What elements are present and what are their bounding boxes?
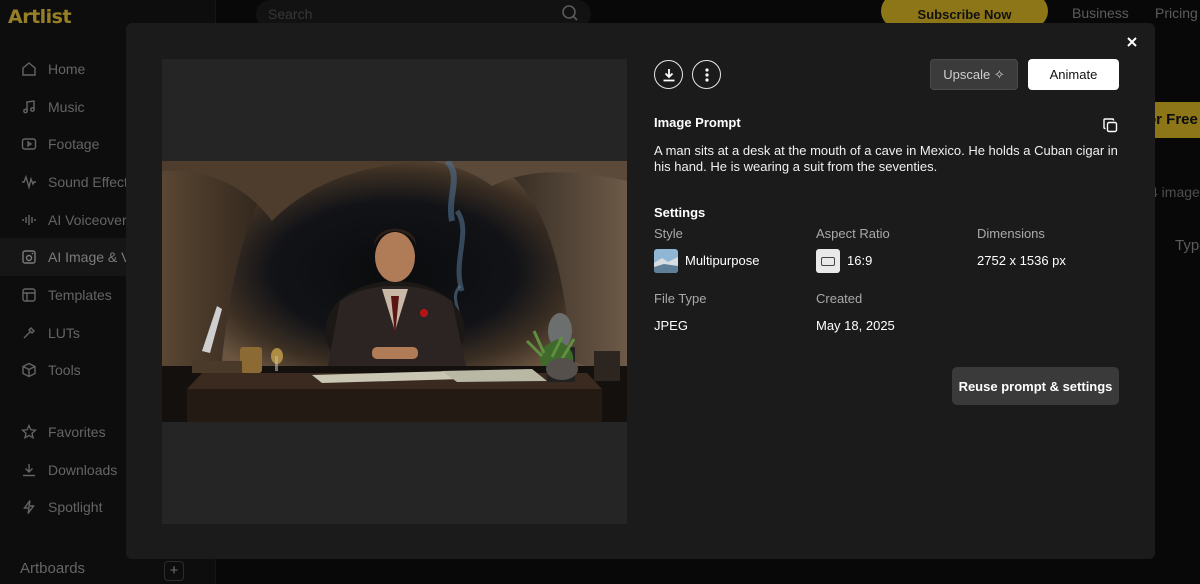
- file-type-value: JPEG: [654, 318, 688, 333]
- download-icon: [663, 68, 674, 81]
- aspect-ratio-label: Aspect Ratio: [816, 226, 890, 241]
- download-button[interactable]: [654, 60, 683, 89]
- generated-image[interactable]: [162, 161, 627, 422]
- aspect-ratio-value: 16:9: [847, 253, 873, 268]
- more-options-button[interactable]: [692, 60, 721, 89]
- copy-prompt-button[interactable]: [1103, 118, 1119, 134]
- aspect-ratio-icon: [816, 249, 840, 273]
- animate-button[interactable]: Animate: [1028, 59, 1119, 90]
- dimensions-label: Dimensions: [977, 226, 1045, 241]
- created-label: Created: [816, 291, 863, 306]
- close-icon: [1127, 37, 1137, 47]
- reuse-prompt-settings-button[interactable]: Reuse prompt & settings: [952, 367, 1119, 405]
- image-detail-modal: Upscale ✧ Animate Image Prompt A man sit…: [126, 23, 1155, 559]
- close-button[interactable]: [1126, 35, 1142, 51]
- copy-icon: [1103, 118, 1118, 133]
- image-prompt-heading: Image Prompt: [654, 115, 741, 130]
- created-value: May 18, 2025: [816, 318, 895, 333]
- upscale-button[interactable]: Upscale ✧: [930, 59, 1018, 90]
- settings-heading: Settings: [654, 205, 706, 220]
- image-prompt-text: A man sits at a desk at the mouth of a c…: [654, 143, 1118, 174]
- image-preview-panel: [162, 59, 627, 524]
- file-type-label: File Type: [654, 291, 707, 306]
- style-thumbnail: [654, 249, 678, 273]
- dimensions-value: 2752 x 1536 px: [977, 253, 1066, 268]
- more-vertical-icon: [704, 67, 709, 82]
- style-label: Style: [654, 226, 683, 241]
- style-value: Multipurpose: [685, 253, 760, 268]
